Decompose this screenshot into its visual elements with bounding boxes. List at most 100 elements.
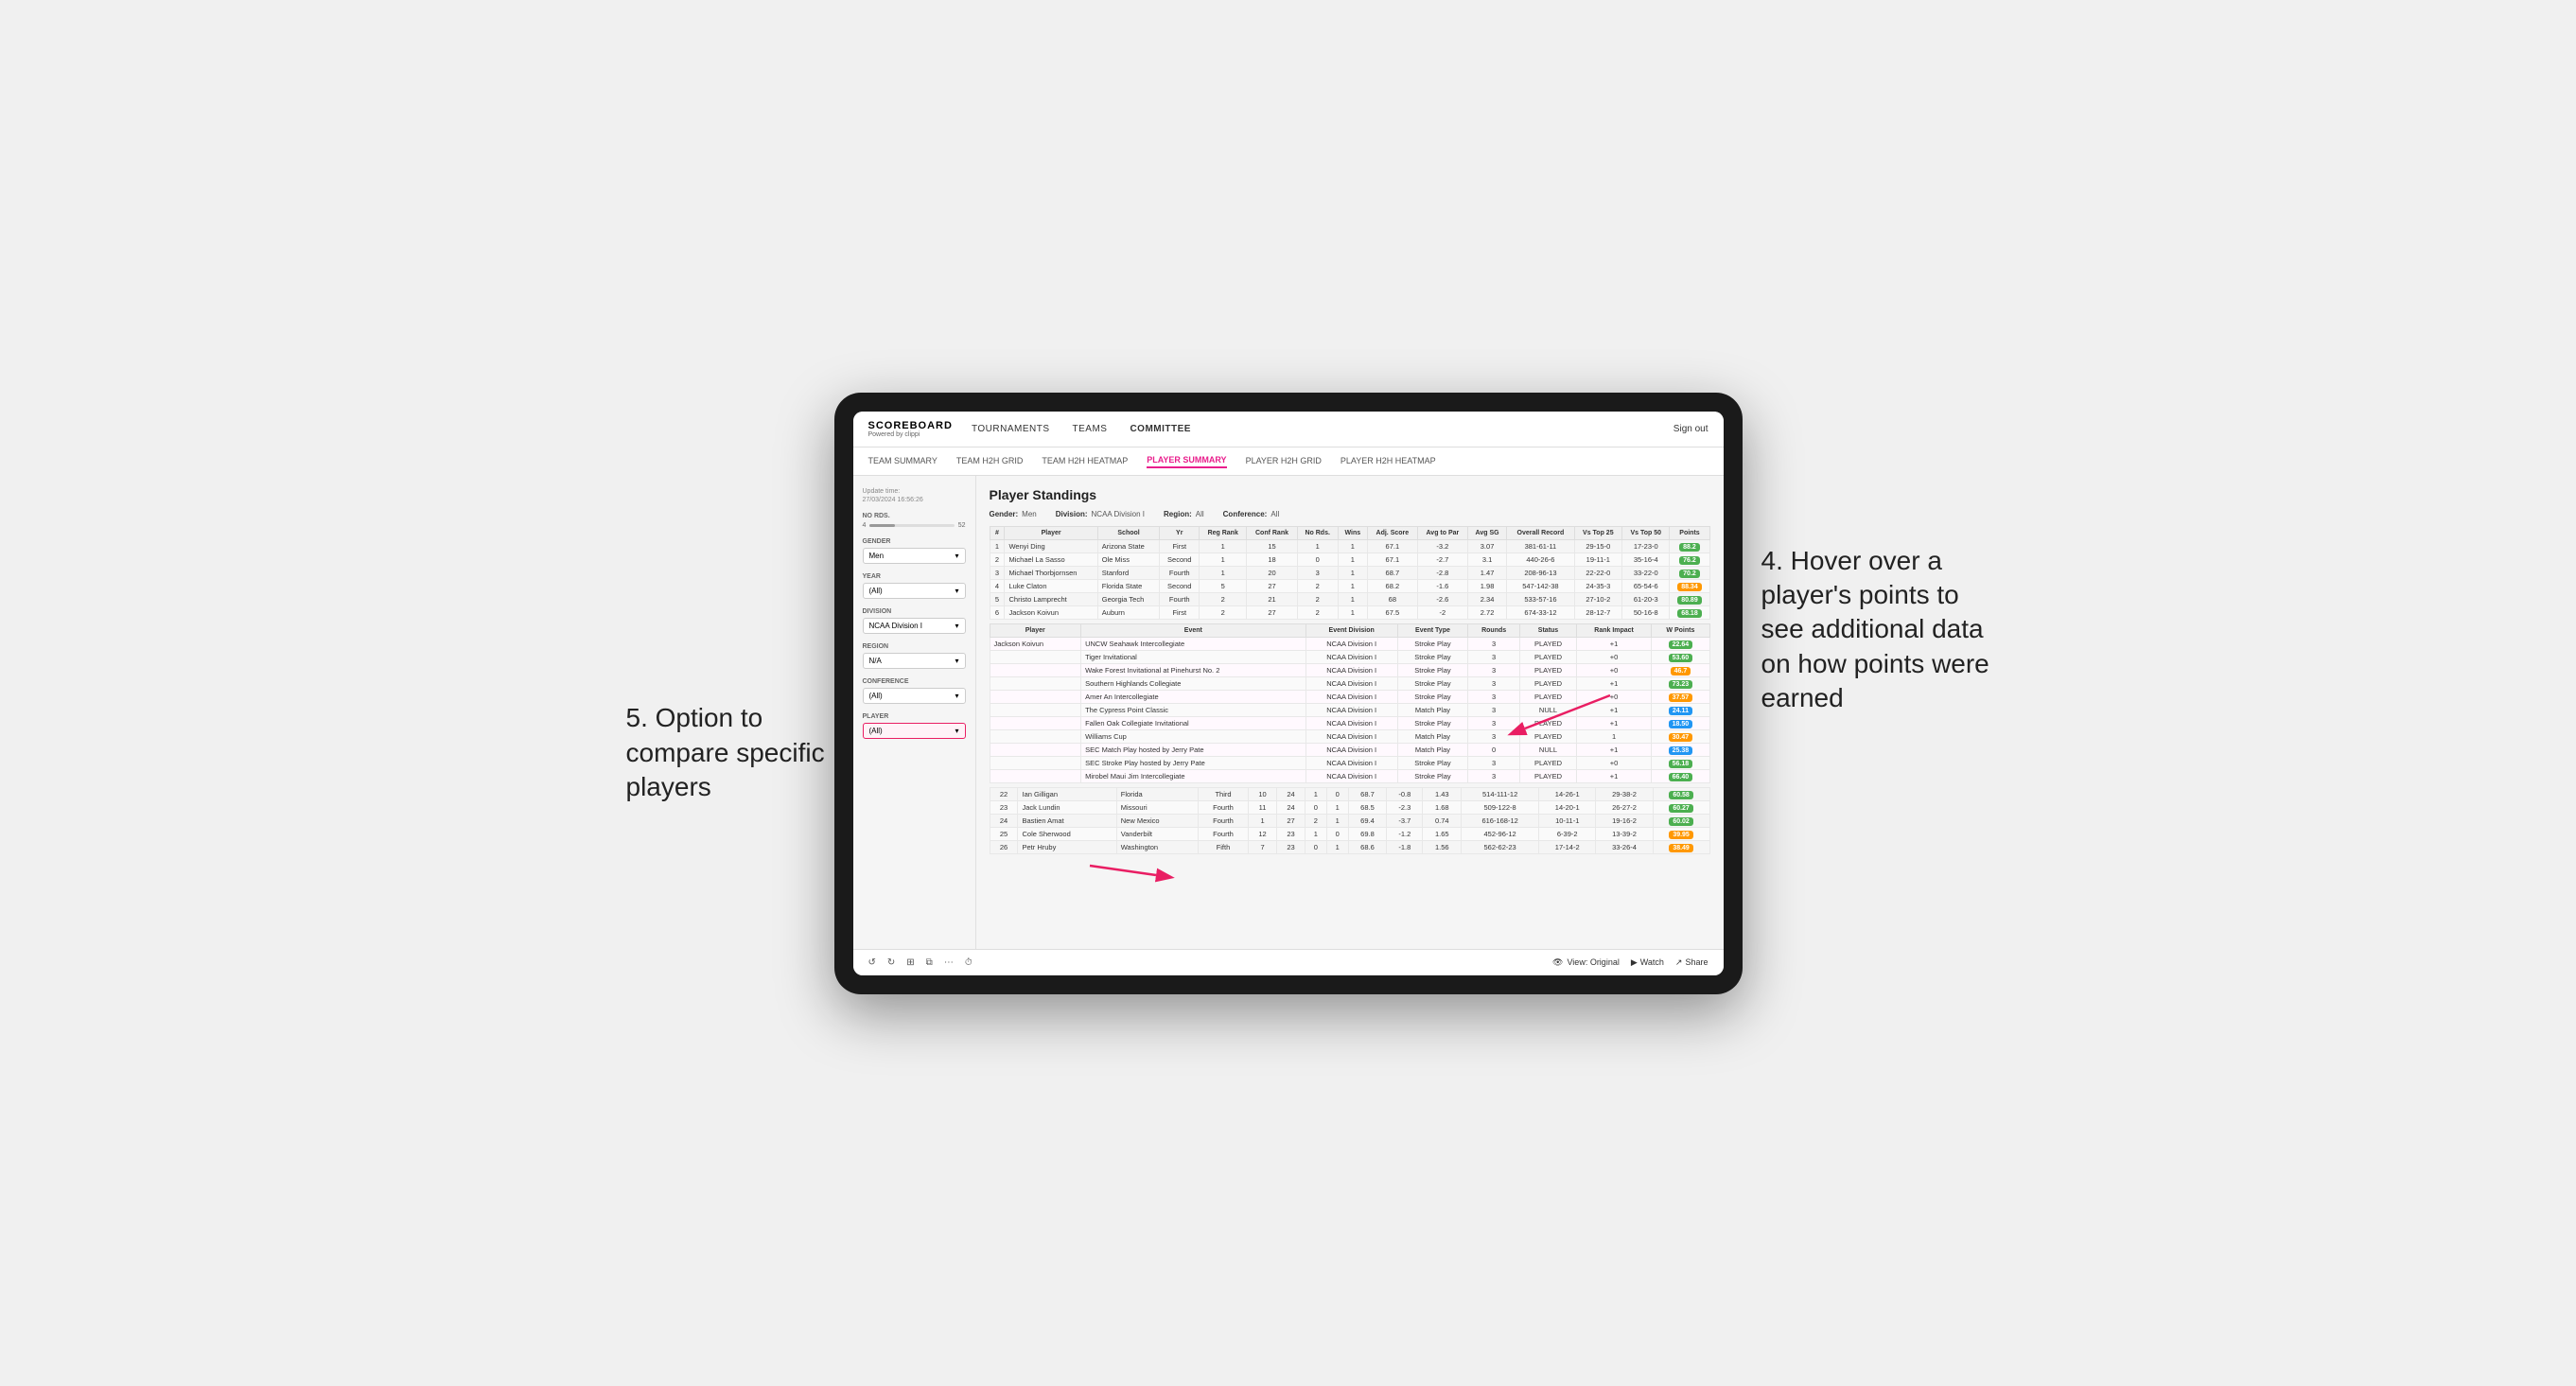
filter-conference: Conference: All <box>1223 510 1280 518</box>
table-row[interactable]: 23 Jack Lundin Missouri Fourth 11 24 0 1… <box>990 800 1709 814</box>
popup-row[interactable]: Fallen Oak Collegiate Invitational NCAA … <box>990 716 1709 729</box>
no-rds-from: 4 <box>863 522 867 529</box>
points-badge[interactable]: 73.23 <box>1669 680 1693 689</box>
points-badge[interactable]: 46.7 <box>1671 667 1691 675</box>
nav-committee[interactable]: COMMITTEE <box>1130 422 1191 436</box>
col-to-par: Avg to Par <box>1417 526 1467 539</box>
popup-row[interactable]: SEC Stroke Play hosted by Jerry Pate NCA… <box>990 756 1709 769</box>
watch-icon: ▶ <box>1631 957 1638 968</box>
points-badge[interactable]: 70.2 <box>1679 570 1700 578</box>
points-badge[interactable]: 60.58 <box>1669 791 1693 799</box>
popup-col-rank-impact: Rank Impact <box>1576 623 1651 637</box>
region-select[interactable]: N/A ▾ <box>863 653 966 669</box>
popup-col-player: Player <box>990 623 1081 637</box>
points-badge[interactable]: 60.27 <box>1669 804 1693 813</box>
gender-label: Gender <box>863 538 966 545</box>
menu-icon[interactable]: ⋯ <box>944 957 954 968</box>
gender-select[interactable]: Men ▾ <box>863 548 966 564</box>
sub-nav-player-h2h-heatmap[interactable]: PLAYER H2H HEATMAP <box>1341 454 1436 467</box>
popup-row[interactable]: Wake Forest Invitational at Pinehurst No… <box>990 663 1709 676</box>
table-row[interactable]: 26 Petr Hruby Washington Fifth 7 23 0 1 … <box>990 840 1709 853</box>
popup-row[interactable]: Tiger Invitational NCAA Division I Strok… <box>990 650 1709 663</box>
table-row[interactable]: 25 Cole Sherwood Vanderbilt Fourth 12 23… <box>990 827 1709 840</box>
points-badge[interactable]: 88.2 <box>1679 543 1700 552</box>
clock-icon[interactable]: ⏱ <box>965 957 973 968</box>
table-title: Player Standings <box>990 487 1710 502</box>
division-select[interactable]: NCAA Division I ▾ <box>863 618 966 634</box>
popup-row[interactable]: Southern Highlands Collegiate NCAA Divis… <box>990 676 1709 690</box>
points-badge[interactable]: 80.89 <box>1677 596 1702 605</box>
points-badge[interactable]: 30.47 <box>1669 733 1693 742</box>
popup-wrapper: Player Event Event Division Event Type R… <box>990 623 1710 783</box>
sub-nav-player-summary[interactable]: PLAYER SUMMARY <box>1147 453 1226 468</box>
popup-col-division: Event Division <box>1306 623 1397 637</box>
points-badge[interactable]: 56.18 <box>1669 760 1693 768</box>
outer-wrapper: 4. Hover over a player's points to see a… <box>834 393 1743 994</box>
annotation-bottom-left: 5. Option to compare specific players <box>626 701 834 804</box>
popup-col-rounds: Rounds <box>1468 623 1520 637</box>
points-badge[interactable]: 24.11 <box>1669 707 1692 715</box>
no-rds-slider: 4 52 <box>863 522 966 529</box>
col-school: School <box>1097 526 1160 539</box>
table-row[interactable]: 24 Bastien Amat New Mexico Fourth 1 27 2… <box>990 814 1709 827</box>
table-row[interactable]: 6 Jackson Koivun Auburn First 2 27 2 1 6… <box>990 605 1709 619</box>
nav-links: TOURNAMENTS TEAMS COMMITTEE <box>972 422 1674 436</box>
points-badge[interactable]: 53.60 <box>1669 654 1693 662</box>
col-player: Player <box>1005 526 1097 539</box>
nav-teams[interactable]: TEAMS <box>1073 422 1108 436</box>
table-row[interactable]: 3 Michael Thorbjornsen Stanford Fourth 1… <box>990 566 1709 579</box>
points-badge[interactable]: 76.2 <box>1679 556 1700 565</box>
points-badge[interactable]: 68.18 <box>1677 609 1702 618</box>
col-conf-rank: Conf Rank <box>1247 526 1297 539</box>
sub-nav-team-h2h-grid[interactable]: TEAM H2H GRID <box>956 454 1024 467</box>
table-row[interactable]: 4 Luke Claton Florida State Second 5 27 … <box>990 579 1709 592</box>
grid-icon[interactable]: ⊞ <box>906 957 914 968</box>
copy-icon[interactable]: ⧉ <box>926 957 933 968</box>
undo-icon[interactable]: ↺ <box>868 957 876 968</box>
table-row[interactable]: 5 Christo Lamprecht Georgia Tech Fourth … <box>990 592 1709 605</box>
year-label: Year <box>863 573 966 580</box>
watch-button[interactable]: ▶ Watch <box>1631 957 1664 968</box>
points-badge[interactable]: 66.40 <box>1669 773 1693 781</box>
popup-row[interactable]: Jackson Koivun UNCW Seahawk Intercollegi… <box>990 637 1709 650</box>
points-badge[interactable]: 38.49 <box>1669 844 1693 852</box>
points-badge[interactable]: 18.50 <box>1669 720 1693 728</box>
points-badge[interactable]: 60.02 <box>1669 817 1693 826</box>
popup-row[interactable]: Williams Cup NCAA Division I Match Play … <box>990 729 1709 743</box>
popup-row[interactable]: SEC Match Play hosted by Jerry Pate NCAA… <box>990 743 1709 756</box>
toolbar-view[interactable]: 👁 View: Original <box>1552 957 1620 968</box>
nav-tournaments[interactable]: TOURNAMENTS <box>972 422 1050 436</box>
table-row[interactable]: 1 Wenyi Ding Arizona State First 1 15 1 … <box>990 539 1709 553</box>
logo-sub: Powered by clippi <box>868 431 953 438</box>
conference-label: Conference <box>863 678 966 685</box>
conference-select[interactable]: (All) ▾ <box>863 688 966 704</box>
share-button[interactable]: ↗ Share <box>1675 957 1709 968</box>
slider-track[interactable] <box>869 524 954 527</box>
popup-row[interactable]: Mirobel Maui Jim Intercollegiate NCAA Di… <box>990 769 1709 782</box>
logo-area: SCOREBOARD Powered by clippi <box>868 420 953 438</box>
table-row[interactable]: 2 Michael La Sasso Ole Miss Second 1 18 … <box>990 553 1709 566</box>
popup-row[interactable]: The Cypress Point Classic NCAA Division … <box>990 703 1709 716</box>
year-section: Year (All) ▾ <box>863 573 966 599</box>
points-badge[interactable]: 37.57 <box>1669 693 1693 702</box>
col-num: # <box>990 526 1005 539</box>
sub-nav-player-h2h-grid[interactable]: PLAYER H2H GRID <box>1246 454 1322 467</box>
sub-nav-team-summary[interactable]: TEAM SUMMARY <box>868 454 938 467</box>
no-rds-to: 52 <box>958 522 966 529</box>
player-select[interactable]: (All) ▾ <box>863 723 966 739</box>
player-label: Player <box>863 713 966 720</box>
popup-col-w-points: W Points <box>1652 623 1709 637</box>
points-badge[interactable]: 39.95 <box>1669 831 1693 839</box>
table-row[interactable]: 22 Ian Gilligan Florida Third 10 24 1 0 … <box>990 787 1709 800</box>
points-badge[interactable]: 22.64 <box>1669 640 1693 649</box>
chevron-icon: ▾ <box>955 657 958 665</box>
year-select[interactable]: (All) ▾ <box>863 583 966 599</box>
points-badge[interactable]: 25.38 <box>1669 746 1693 755</box>
points-badge[interactable]: 88.34 <box>1677 583 1702 591</box>
sign-out[interactable]: Sign out <box>1674 424 1709 434</box>
tablet-screen: SCOREBOARD Powered by clippi TOURNAMENTS… <box>853 412 1724 975</box>
region-section: Region N/A ▾ <box>863 643 966 669</box>
redo-icon[interactable]: ↻ <box>887 957 895 968</box>
popup-row[interactable]: Amer An Intercollegiate NCAA Division I … <box>990 690 1709 703</box>
sub-nav-team-h2h-heatmap[interactable]: TEAM H2H HEATMAP <box>1042 454 1128 467</box>
